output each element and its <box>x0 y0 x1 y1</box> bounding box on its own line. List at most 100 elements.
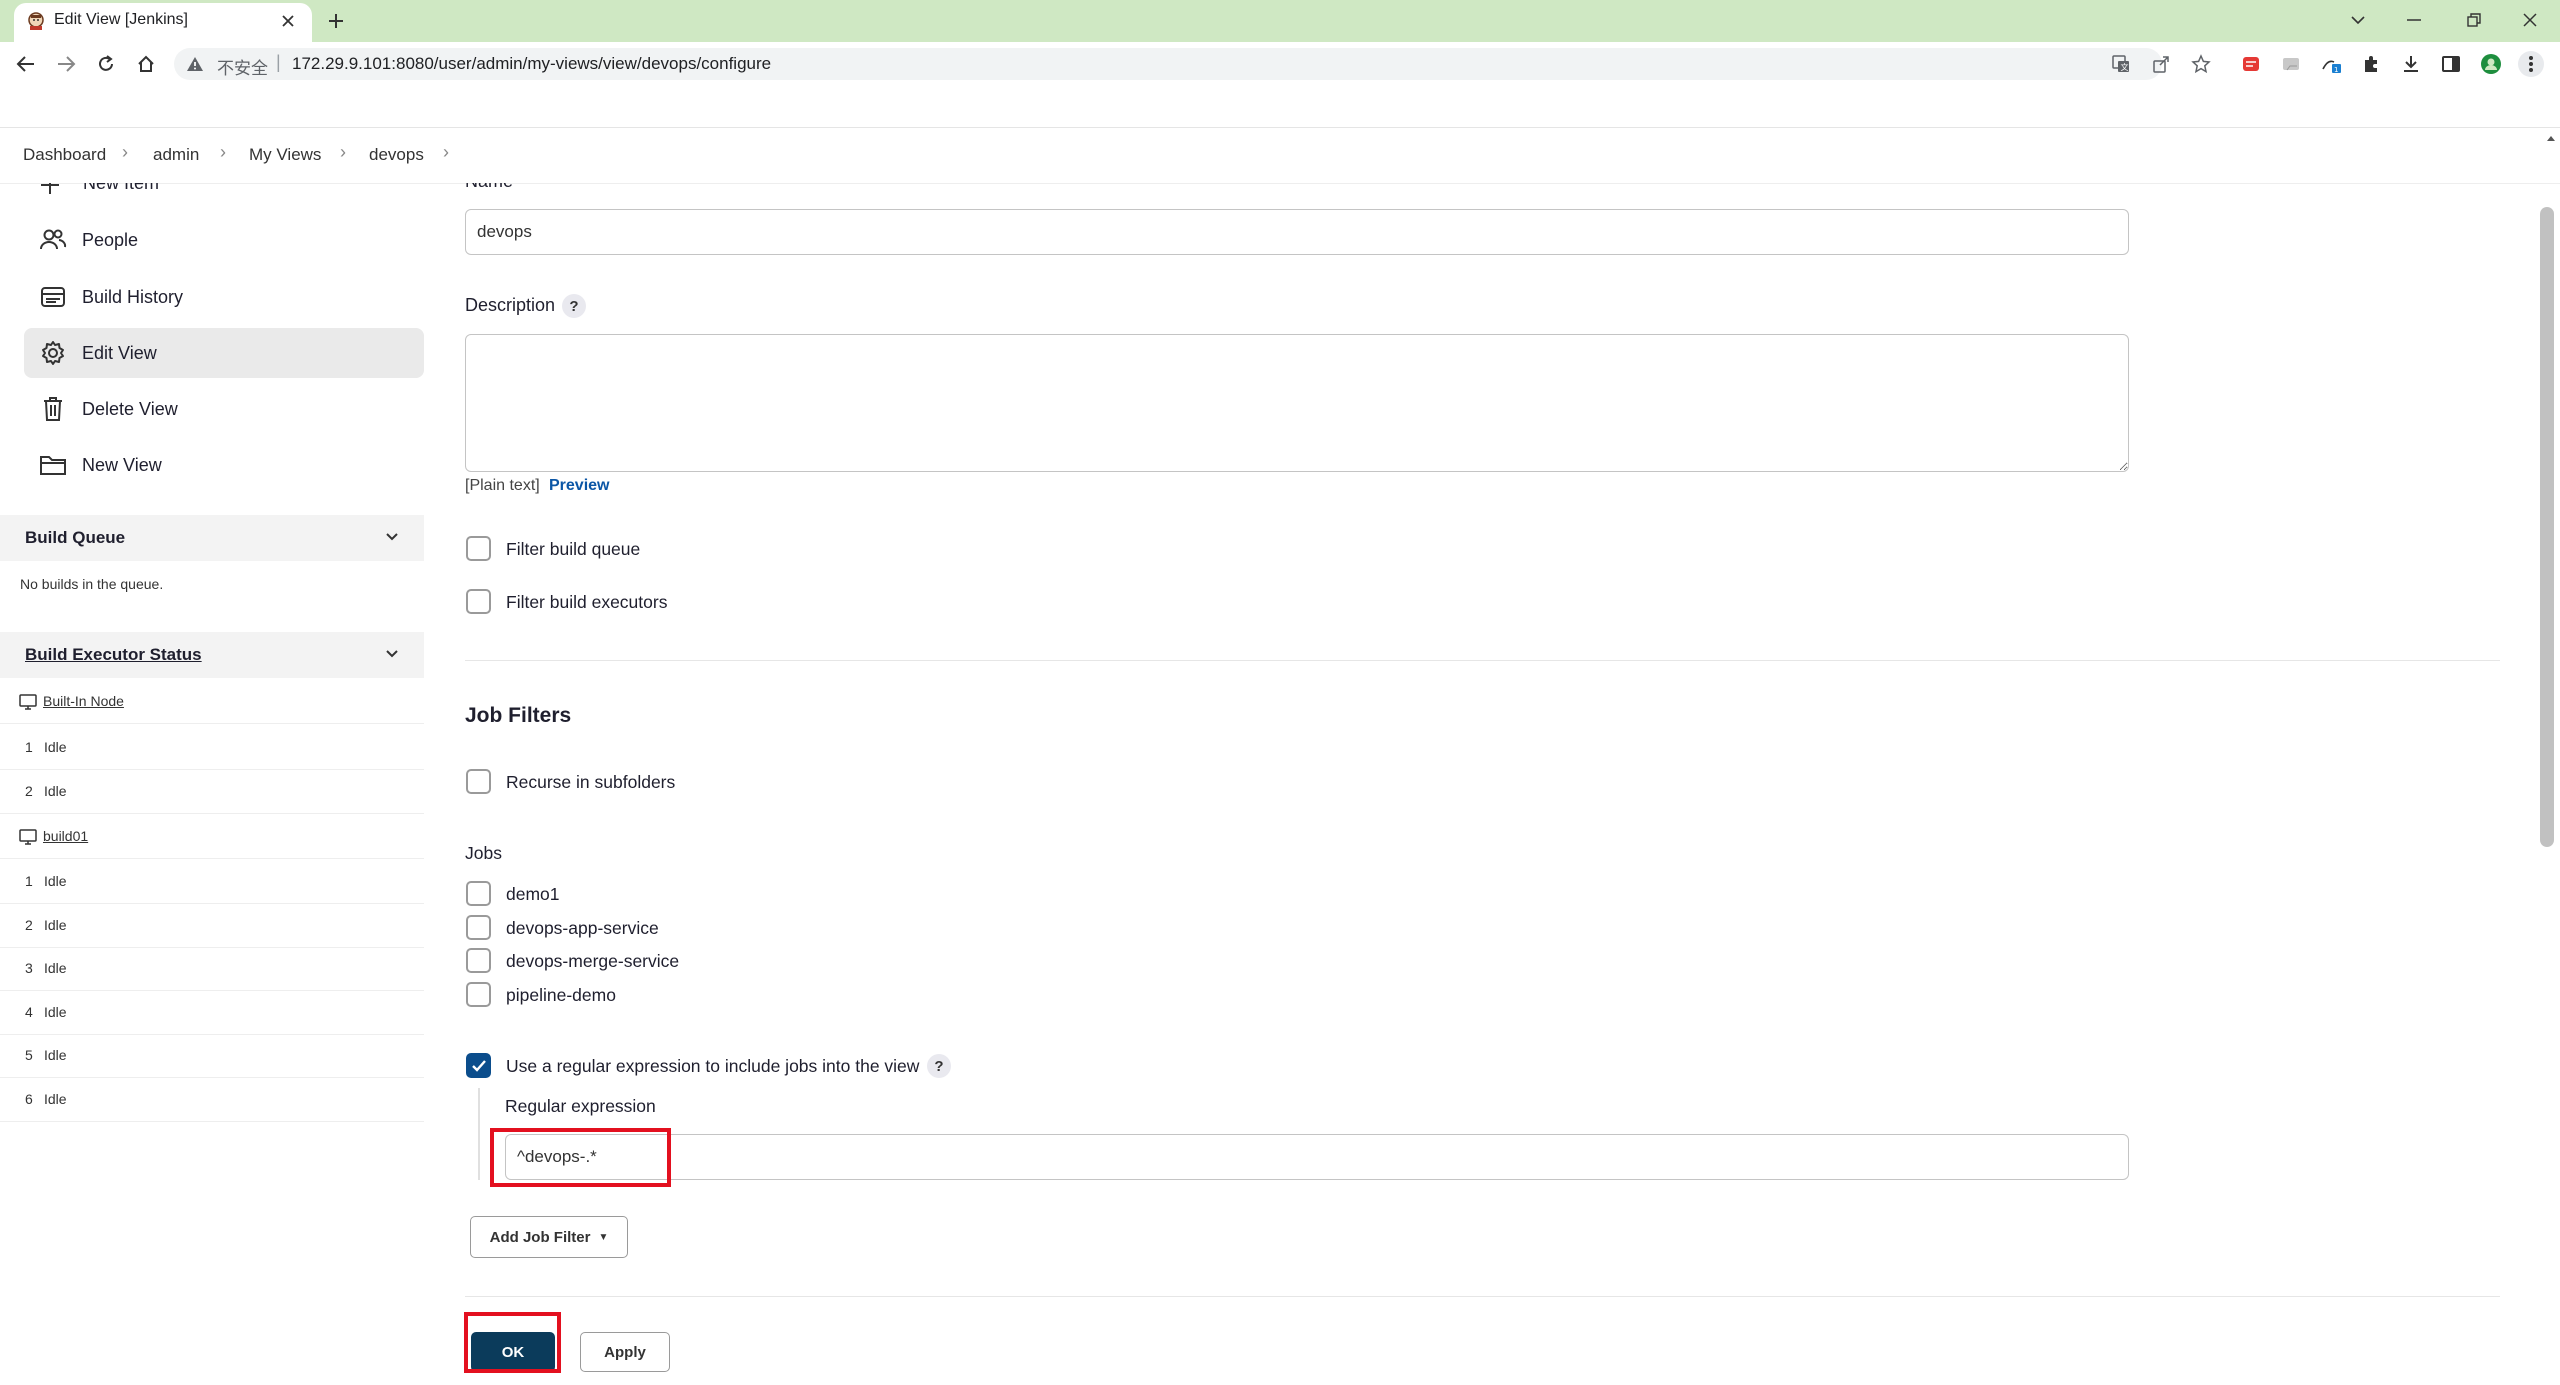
translate-icon[interactable]: 文 <box>2108 51 2134 77</box>
restore-icon[interactable] <box>2456 6 2492 34</box>
home-icon[interactable] <box>132 50 160 78</box>
tab-search-chevron-icon[interactable] <box>2340 6 2376 34</box>
regex-input[interactable] <box>505 1134 2129 1180</box>
executor-status: Idle <box>44 917 67 933</box>
filter-build-executors-label[interactable]: Filter build executors <box>506 592 667 613</box>
job-checkbox-devops-merge-service[interactable] <box>466 948 491 973</box>
use-regex-label[interactable]: Use a regular expression to include jobs… <box>506 1056 919 1077</box>
executor-status: Idle <box>44 1091 67 1107</box>
tab-close-icon[interactable] <box>276 9 300 33</box>
regex-highlight-box <box>490 1128 671 1187</box>
recurse-subfolders-checkbox[interactable] <box>466 769 491 794</box>
gear-icon <box>38 338 68 368</box>
executor-status: Idle <box>44 873 67 889</box>
preview-link[interactable]: Preview <box>549 477 609 495</box>
sidebar-item-new-view[interactable]: New View <box>24 440 424 490</box>
name-input[interactable] <box>465 209 2129 255</box>
build-history-icon <box>38 282 68 312</box>
node-name-link[interactable]: Built-In Node <box>43 693 124 709</box>
job-label[interactable]: pipeline-demo <box>506 985 616 1006</box>
filter-build-queue-checkbox[interactable] <box>466 536 491 561</box>
side-panel-icon[interactable] <box>2438 51 2464 77</box>
extension-gray-icon[interactable] <box>2278 51 2304 77</box>
executor-number: 1 <box>25 873 33 889</box>
executor-status: Idle <box>44 739 67 755</box>
filter-build-executors-checkbox[interactable] <box>466 589 491 614</box>
breadcrumb-dashboard[interactable]: Dashboard <box>23 145 106 165</box>
download-icon[interactable] <box>2398 51 2424 77</box>
chevron-down-icon[interactable] <box>384 529 400 545</box>
executor-status: Idle <box>44 783 67 799</box>
executor-status: Idle <box>44 960 67 976</box>
executor-status: Idle <box>44 1047 67 1063</box>
sidebar-item-edit-view[interactable]: Edit View <box>24 328 424 378</box>
page-scrollbar[interactable] <box>2540 207 2554 847</box>
executor-status-header[interactable]: Build Executor Status <box>0 632 424 678</box>
breadcrumb-chevron-icon[interactable]: › <box>220 142 226 163</box>
job-checkbox-pipeline-demo[interactable] <box>466 982 491 1007</box>
page-scroll-up-icon[interactable] <box>2546 134 2556 142</box>
use-regex-checkbox[interactable] <box>466 1053 491 1078</box>
ok-highlight-box <box>464 1312 561 1373</box>
sidebar-item-label: Edit View <box>82 342 157 363</box>
extension-network-icon[interactable]: 1 <box>2318 51 2344 77</box>
use-regex-help-icon[interactable]: ? <box>927 1054 951 1078</box>
job-label[interactable]: demo1 <box>506 884 560 905</box>
executor-number: 3 <box>25 960 33 976</box>
new-tab-icon[interactable] <box>322 9 350 33</box>
sidebar-item-delete-view[interactable]: Delete View <box>24 384 424 434</box>
job-label[interactable]: devops-merge-service <box>506 951 679 972</box>
bookmark-star-icon[interactable] <box>2188 51 2214 77</box>
executor-number: 6 <box>25 1091 33 1107</box>
job-label[interactable]: devops-app-service <box>506 918 659 939</box>
executor-row: 5 Idle <box>0 1034 424 1078</box>
share-icon[interactable] <box>2148 51 2174 77</box>
forward-icon[interactable] <box>52 50 80 78</box>
job-checkbox-devops-app-service[interactable] <box>466 915 491 940</box>
description-textarea[interactable] <box>465 334 2129 472</box>
chevron-down-icon[interactable] <box>384 646 400 662</box>
name-label: Name <box>465 183 513 192</box>
recurse-subfolders-label[interactable]: Recurse in subfolders <box>506 772 675 793</box>
url-text[interactable]: 172.29.9.101:8080/user/admin/my-views/vi… <box>292 54 771 74</box>
regex-label: Regular expression <box>505 1096 656 1116</box>
executor-row: 3 Idle <box>0 947 424 991</box>
build-queue-header[interactable]: Build Queue <box>0 515 424 561</box>
sidebar-item-build-history[interactable]: Build History <box>24 272 424 322</box>
sidebar-item-people[interactable]: People <box>24 215 424 265</box>
node-name-link[interactable]: build01 <box>43 828 88 844</box>
back-icon[interactable] <box>12 50 40 78</box>
breadcrumb-chevron-icon[interactable]: › <box>122 142 128 163</box>
executor-number: 2 <box>25 917 33 933</box>
computer-icon <box>19 829 37 845</box>
breadcrumb-chevron-icon[interactable]: › <box>340 142 346 163</box>
profile-avatar-icon[interactable] <box>2478 51 2504 77</box>
executor-status-title[interactable]: Build Executor Status <box>25 645 202 665</box>
folder-icon <box>38 450 68 480</box>
computer-icon <box>19 694 37 710</box>
insecure-label[interactable]: 不安全 <box>217 54 268 79</box>
minimize-icon[interactable] <box>2396 6 2432 34</box>
extension-red-icon[interactable] <box>2238 51 2264 77</box>
job-checkbox-demo1[interactable] <box>466 881 491 906</box>
breadcrumb-chevron-icon[interactable]: › <box>443 142 449 163</box>
trash-icon <box>38 394 68 424</box>
reload-icon[interactable] <box>92 50 120 78</box>
jenkins-favicon-icon <box>26 11 46 31</box>
build-queue-empty-text: No builds in the queue. <box>20 576 164 592</box>
browser-menu-icon[interactable] <box>2518 51 2544 77</box>
job-filters-title: Job Filters <box>465 704 572 727</box>
close-window-icon[interactable] <box>2512 6 2548 34</box>
description-label: Description <box>465 295 556 315</box>
executor-number: 4 <box>25 1004 33 1020</box>
breadcrumb-my-views[interactable]: My Views <box>249 145 321 165</box>
filter-build-queue-label[interactable]: Filter build queue <box>506 539 640 560</box>
warning-icon[interactable] <box>186 56 204 72</box>
add-job-filter-button[interactable]: Add Job Filter ▼ <box>470 1216 628 1258</box>
description-help-icon[interactable]: ? <box>562 294 586 318</box>
sidebar-item-new-item[interactable]: New Item <box>0 183 430 199</box>
breadcrumb-admin[interactable]: admin <box>153 145 199 165</box>
apply-button[interactable]: Apply <box>580 1332 670 1372</box>
extensions-puzzle-icon[interactable] <box>2358 51 2384 77</box>
breadcrumb-devops[interactable]: devops <box>369 145 424 165</box>
